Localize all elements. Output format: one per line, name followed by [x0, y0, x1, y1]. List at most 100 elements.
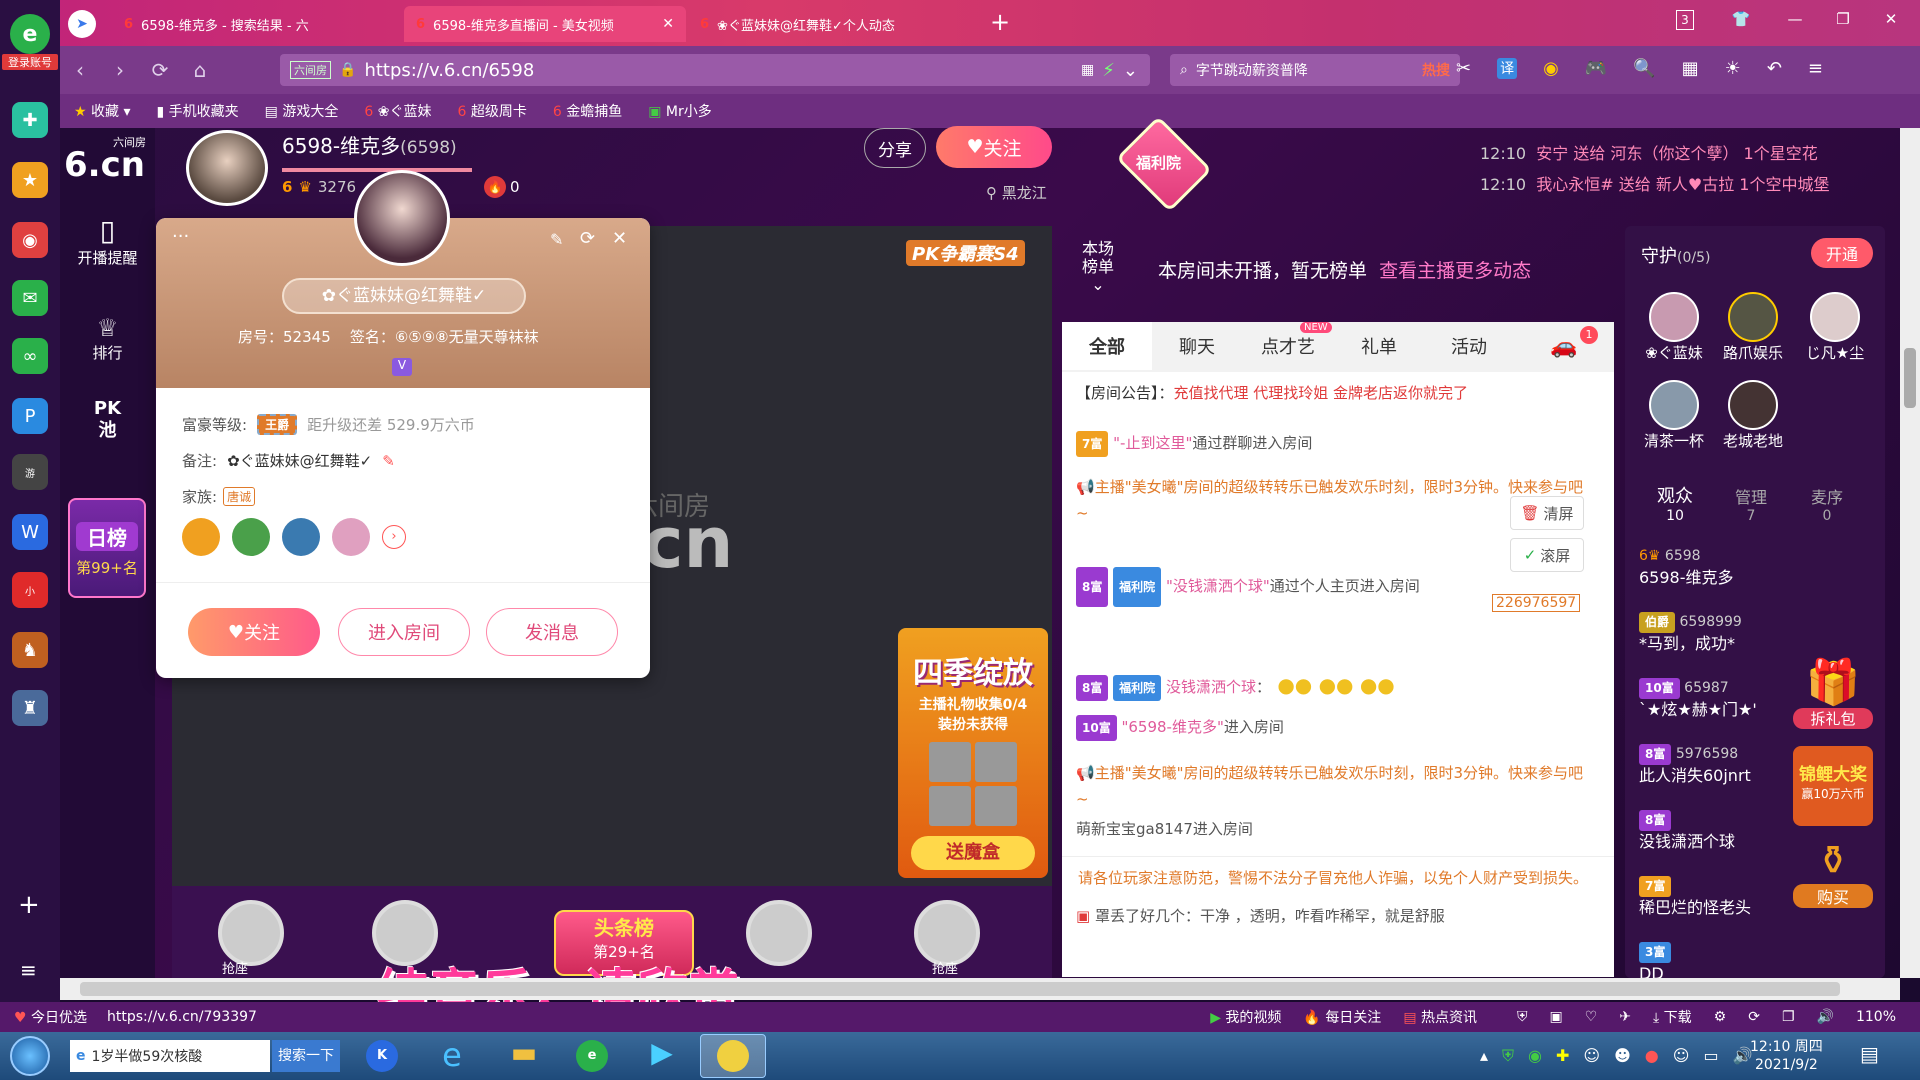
tab-chat[interactable]: 聊天: [1152, 322, 1242, 370]
tray-app-icon[interactable]: ●: [1645, 1046, 1659, 1066]
daily-follow-link[interactable]: 🔥 每日关注: [1303, 1007, 1381, 1027]
enter-room-button[interactable]: 进入房间: [338, 608, 470, 656]
tab-count-icon[interactable]: 3: [1676, 10, 1694, 30]
tab-all[interactable]: 全部: [1062, 322, 1152, 370]
card-more-icon[interactable]: ···: [172, 226, 189, 247]
forward-button[interactable]: ›: [100, 58, 140, 82]
guard-member[interactable]: 老城老地: [1715, 380, 1791, 451]
zoom-level[interactable]: 110%: [1856, 1009, 1896, 1025]
minimize-button[interactable]: —: [1780, 10, 1810, 28]
chevron-right-icon[interactable]: ›: [382, 525, 406, 549]
audience-item[interactable]: 7富 稀巴烂的怪老头: [1639, 876, 1799, 942]
heart-outline-icon[interactable]: ♡: [1585, 1009, 1598, 1025]
back-button[interactable]: ‹: [60, 58, 100, 82]
taskbar-app-k[interactable]: K: [352, 1036, 412, 1076]
ie-search-button[interactable]: 搜索一下: [272, 1040, 340, 1072]
ie-search-box[interactable]: e 1岁半做59次核酸: [70, 1040, 270, 1072]
download-link[interactable]: ⤓ 下载: [1653, 1007, 1692, 1027]
guard-member[interactable]: ❀ぐ蓝妹: [1639, 292, 1709, 363]
clock[interactable]: 12:10 周四 2021/9/2: [1750, 1038, 1823, 1074]
brightness-icon[interactable]: ☀: [1725, 58, 1741, 79]
speed-icon[interactable]: ⚡: [1102, 60, 1115, 81]
session-rank-toggle[interactable]: 本场 榜单 ⌄: [1082, 240, 1114, 294]
guard-member[interactable]: 清茶一杯: [1639, 380, 1709, 451]
hot-news-link[interactable]: ▤ 热点资讯: [1403, 1007, 1477, 1027]
today-picks[interactable]: ♥ 今日优选: [14, 1007, 87, 1027]
my-video-link[interactable]: ▶ 我的视频: [1210, 1007, 1281, 1027]
qr-icon[interactable]: ▦: [1081, 62, 1094, 78]
shield-icon[interactable]: ⛨: [1502, 1046, 1514, 1066]
send-magic-box-button[interactable]: 送魔盒: [911, 836, 1035, 870]
share-button[interactable]: 分享: [864, 128, 926, 168]
game-app-icon[interactable]: 游: [12, 454, 48, 490]
seat-label[interactable]: 抢座: [932, 958, 958, 977]
chevron-down-icon[interactable]: ⌄: [1123, 60, 1138, 81]
sidenav-ranking[interactable]: ♕ 排行: [60, 314, 155, 363]
bookmark-favorites[interactable]: ★ 收藏 ▾: [74, 101, 131, 121]
word-app-icon[interactable]: W: [12, 514, 48, 550]
coin-icon[interactable]: ◉: [1543, 58, 1559, 79]
taskbar-ie[interactable]: e: [422, 1036, 482, 1076]
medal-icon[interactable]: [332, 518, 370, 556]
gamepad-icon[interactable]: 🎮: [1585, 58, 1607, 79]
audience-item[interactable]: 8富 5976598 此人消失60jnrt: [1639, 744, 1799, 810]
start-button[interactable]: [10, 1036, 50, 1076]
sidenav-live-reminder[interactable]: ▯ 开播提醒: [60, 214, 155, 268]
view-more-link[interactable]: 查看主播更多动态: [1379, 260, 1531, 282]
browser-home-icon[interactable]: ➤: [68, 10, 96, 38]
bookmark-lanmei[interactable]: 6 ❀ぐ蓝妹: [364, 101, 431, 121]
add-app-icon[interactable]: +: [18, 890, 40, 920]
tab-search-results[interactable]: 6 6598-维克多 - 搜索结果 - 六: [112, 6, 402, 42]
tray-qq-icon[interactable]: ☺: [1583, 1046, 1600, 1066]
tab-user-profile[interactable]: 6 ❀ぐ蓝妹妹@红舞鞋✓个人动态: [688, 6, 978, 42]
auto-scroll-button[interactable]: ✓ 滚屏: [1510, 538, 1584, 572]
guard-member[interactable]: 路爪娱乐: [1715, 292, 1791, 363]
tray-arrow-icon[interactable]: ▴: [1480, 1046, 1488, 1066]
refresh-icon[interactable]: ⟳: [1748, 1009, 1760, 1025]
seat-avatar[interactable]: [746, 900, 812, 966]
skin-icon[interactable]: 👕: [1726, 10, 1756, 28]
login-button[interactable]: 登录账号: [2, 54, 58, 70]
koi-prize-banner[interactable]: 锦鲤大奖 赢10万六币: [1793, 746, 1873, 826]
audience-item[interactable]: 3富 DD: [1639, 942, 1799, 983]
seat-avatar[interactable]: [914, 900, 980, 966]
bookmark-weekcard[interactable]: 6 超级周卡: [457, 101, 526, 121]
volume-icon[interactable]: 🔊: [1817, 1009, 1834, 1025]
site-logo[interactable]: 六间房 6.cn: [64, 134, 154, 182]
car-icon[interactable]: 🚗: [1514, 322, 1614, 370]
medal-icon[interactable]: [232, 518, 270, 556]
pk-label[interactable]: PK争霸赛S4: [906, 240, 1025, 266]
translate-icon[interactable]: 译: [1497, 58, 1518, 79]
gift-pack-button[interactable]: 🎁 拆礼包: [1793, 656, 1873, 736]
guard-member[interactable]: じ凡★尘: [1797, 292, 1873, 363]
tab-live-room[interactable]: 6 6598-维克多直播间 - 美女视频 ✕: [404, 6, 686, 42]
page-scrollbar[interactable]: [1900, 128, 1920, 978]
seat-label[interactable]: 抢座: [222, 958, 248, 977]
tab-gift-list[interactable]: 礼单: [1334, 322, 1424, 370]
taskbar-browser[interactable]: e: [562, 1036, 622, 1076]
refresh-icon[interactable]: ⟳: [580, 228, 595, 249]
season-event-panel[interactable]: 四季绽放 主播礼物收集0/4 装扮未获得 送魔盒: [898, 628, 1048, 878]
bookmark-games[interactable]: ▤ 游戏大全: [265, 101, 339, 121]
close-card-icon[interactable]: ✕: [612, 228, 627, 249]
settings-icon[interactable]: ⚙: [1714, 1009, 1727, 1025]
streamer-avatar[interactable]: [186, 130, 268, 206]
network-icon[interactable]: ▭: [1703, 1046, 1718, 1066]
card-follow-button[interactable]: ♥ 关注: [188, 608, 320, 656]
tray-qq2-icon[interactable]: ☻: [1614, 1046, 1631, 1066]
open-guard-button[interactable]: 开通: [1811, 238, 1873, 268]
mic-queue-tab[interactable]: 麦序 0: [1797, 484, 1857, 524]
scissors-icon[interactable]: ✂: [1456, 58, 1471, 79]
game2-app-icon[interactable]: ♞: [12, 632, 48, 668]
audience-tab[interactable]: 观众 10: [1645, 482, 1705, 524]
medal-icon[interactable]: [282, 518, 320, 556]
window-icon[interactable]: ❐: [1782, 1009, 1795, 1025]
link-app-icon[interactable]: ∞: [12, 338, 48, 374]
audience-item[interactable]: 伯爵 6598999 *马到，成功*: [1639, 612, 1799, 678]
game3-app-icon[interactable]: ♜: [12, 690, 48, 726]
home-button[interactable]: ⌂: [180, 58, 220, 82]
taskbar-game[interactable]: [700, 1034, 766, 1078]
buy-chest-button[interactable]: ⚱ 购买: [1793, 838, 1873, 924]
new-tab-button[interactable]: +: [990, 8, 1010, 36]
taskbar-player[interactable]: ▶: [632, 1036, 692, 1076]
